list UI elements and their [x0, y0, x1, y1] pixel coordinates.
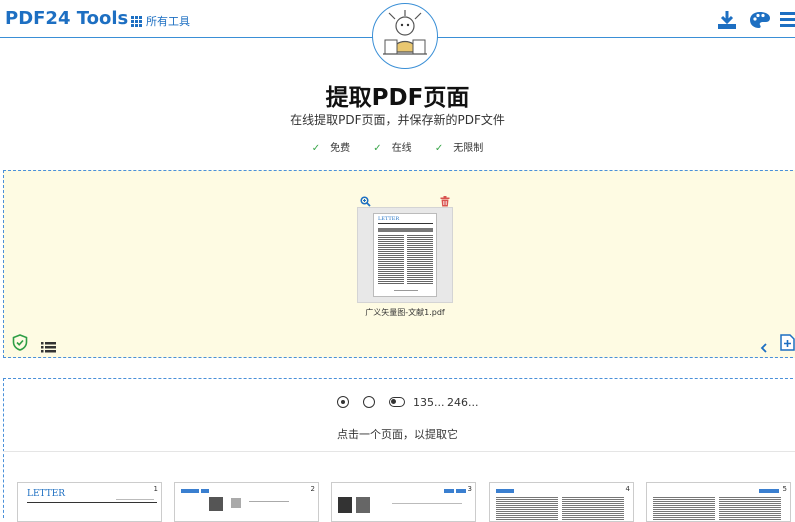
page-number: 1	[153, 485, 158, 493]
chevron-left-icon[interactable]	[760, 338, 768, 357]
feature-item: ✓ 在线	[373, 143, 412, 154]
download-icon[interactable]	[717, 10, 737, 34]
all-tools-link[interactable]: 所有工具	[131, 13, 190, 29]
page-title: 提取PDF页面	[325, 85, 470, 111]
page-number: 4	[625, 485, 630, 493]
check-icon: ✓	[373, 143, 382, 154]
divider	[3, 451, 795, 452]
page-thumbnail[interactable]: 3	[331, 482, 476, 522]
file-preview: LETTER	[373, 213, 437, 297]
palette-icon[interactable]	[749, 10, 771, 34]
file-preview-heading: LETTER	[378, 216, 400, 222]
feature-item: ✓ 免费	[311, 143, 351, 154]
page-number: 2	[310, 485, 315, 493]
feature-list: ✓ 免费 ✓ 在线 ✓ 无限制	[0, 139, 795, 154]
page-thumbnail[interactable]: 2	[174, 482, 319, 522]
list-view-icon[interactable]	[41, 338, 56, 357]
page-thumbnail[interactable]: 4	[489, 482, 634, 522]
page-number: 3	[467, 485, 472, 493]
file-card[interactable]: LETTER	[357, 207, 453, 303]
shield-check-icon[interactable]	[12, 334, 28, 355]
page-subtitle: 在线提取PDF页面，并保存新的PDF文件	[290, 113, 505, 127]
file-name: 广义矢量图-文献1.pdf	[365, 308, 445, 317]
instruction-text: 点击一个页面，以提取它	[337, 428, 458, 441]
select-even-radio[interactable]	[363, 396, 375, 408]
select-odd-radio[interactable]	[337, 396, 349, 408]
invert-toggle[interactable]	[389, 397, 405, 407]
mascot-logo[interactable]	[372, 3, 438, 69]
menu-icon[interactable]	[780, 10, 795, 32]
page-thumbnail[interactable]: 1 LETTER	[17, 482, 162, 522]
odd-pages-label[interactable]: 135...	[413, 396, 445, 409]
check-icon: ✓	[311, 143, 321, 154]
check-icon: ✓	[434, 143, 444, 154]
all-tools-label: 所有工具	[146, 15, 190, 28]
even-pages-label[interactable]: 246...	[447, 396, 479, 409]
page-thumbnail[interactable]: 5	[646, 482, 791, 522]
thumbnail-heading: LETTER	[27, 489, 66, 499]
brand-logo-text[interactable]: PDF24 Tools	[5, 8, 128, 29]
feature-item: ✓ 无限制	[434, 143, 484, 154]
add-file-icon[interactable]	[780, 334, 795, 355]
grid-icon	[131, 15, 142, 27]
page-number: 5	[782, 485, 787, 493]
